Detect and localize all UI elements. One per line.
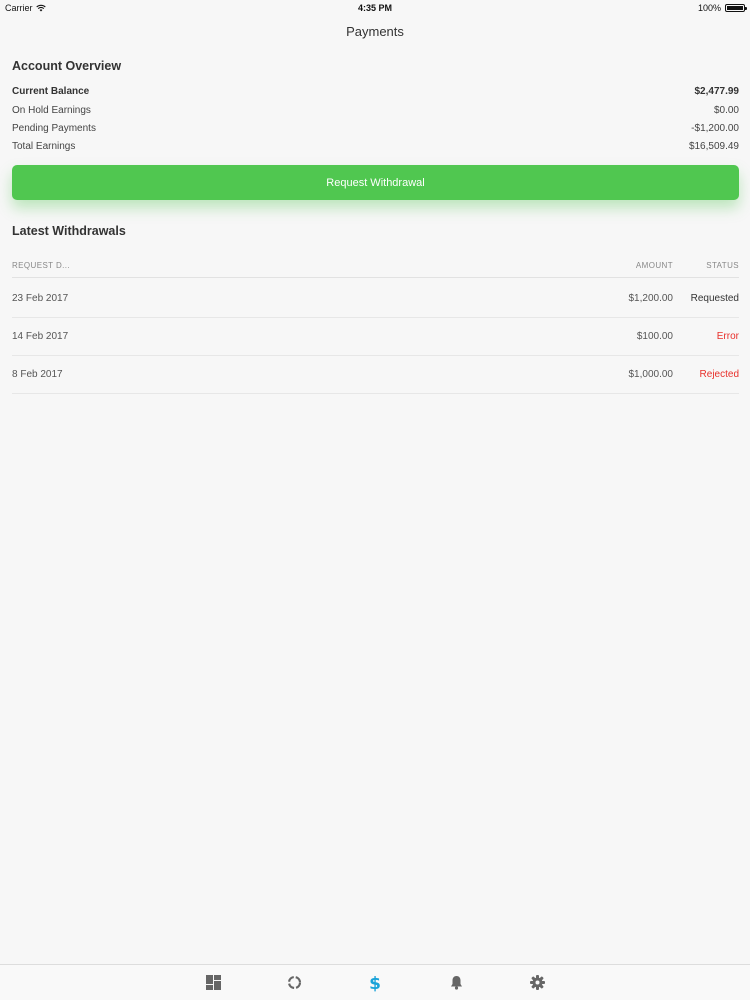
row-amount: $1,000.00 [628, 369, 674, 380]
row-date: 8 Feb 2017 [12, 369, 63, 380]
row-date: 23 Feb 2017 [12, 293, 69, 304]
header-request-date[interactable]: REQUEST D... [12, 261, 553, 270]
dashboard-icon [205, 975, 221, 990]
latest-withdrawals-title: Latest Withdrawals [12, 224, 126, 238]
overview-label: Pending Payments [12, 123, 96, 134]
overview-label: Current Balance [12, 86, 90, 97]
battery-icon [725, 4, 747, 12]
overview-row-total-earnings: Total Earnings $16,509.49 [12, 141, 739, 152]
tab-settings[interactable] [525, 971, 549, 995]
tab-payments[interactable]: $ [363, 971, 387, 995]
table-row[interactable]: 23 Feb 2017 $1,200.00 Requested [12, 280, 739, 318]
overview-row-on-hold: On Hold Earnings $0.00 [12, 105, 739, 116]
row-status: Error [716, 331, 739, 342]
page-title: Payments [346, 24, 404, 39]
overview-value: $0.00 [713, 105, 739, 116]
table-row[interactable]: 8 Feb 2017 $1,000.00 Rejected [12, 356, 739, 394]
bell-icon [450, 976, 462, 990]
overview-value: $2,477.99 [694, 86, 740, 97]
overview-row-current-balance: Current Balance $2,477.99 [12, 86, 739, 97]
row-amount: $100.00 [636, 331, 673, 342]
refresh-circle-icon [287, 975, 301, 990]
header-amount[interactable]: AMOUNT [553, 261, 673, 270]
status-time: 4:35 PM [357, 3, 392, 13]
table-row[interactable]: 14 Feb 2017 $100.00 Error [12, 318, 739, 356]
row-amount: $1,200.00 [628, 293, 674, 304]
gear-icon [529, 975, 545, 990]
overview-value: $16,509.49 [688, 141, 739, 152]
tab-notifications[interactable] [444, 971, 468, 995]
overview-label: On Hold Earnings [12, 105, 91, 116]
status-bar: Carrier 4:35 PM 100% [0, 0, 750, 16]
status-right: 100% [697, 3, 747, 13]
account-overview-title: Account Overview [12, 59, 122, 73]
row-status: Rejected [699, 369, 739, 380]
withdrawals-table-header: REQUEST D... AMOUNT STATUS [12, 254, 739, 278]
dollar-icon: $ [369, 974, 381, 992]
tab-dashboard[interactable] [201, 971, 225, 995]
header-status[interactable]: STATUS [673, 261, 739, 270]
row-date: 14 Feb 2017 [12, 331, 69, 342]
overview-label: Total Earnings [12, 141, 76, 152]
request-withdrawal-button[interactable]: Request Withdrawal [12, 165, 739, 200]
tab-bar: $ [0, 964, 750, 1000]
svg-text:$: $ [369, 974, 381, 992]
battery-percent: 100% [697, 3, 721, 13]
overview-row-pending: Pending Payments -$1,200.00 [12, 123, 739, 134]
overview-value: -$1,200.00 [691, 123, 739, 134]
tab-refresh[interactable] [282, 971, 306, 995]
row-status: Requested [690, 293, 739, 304]
